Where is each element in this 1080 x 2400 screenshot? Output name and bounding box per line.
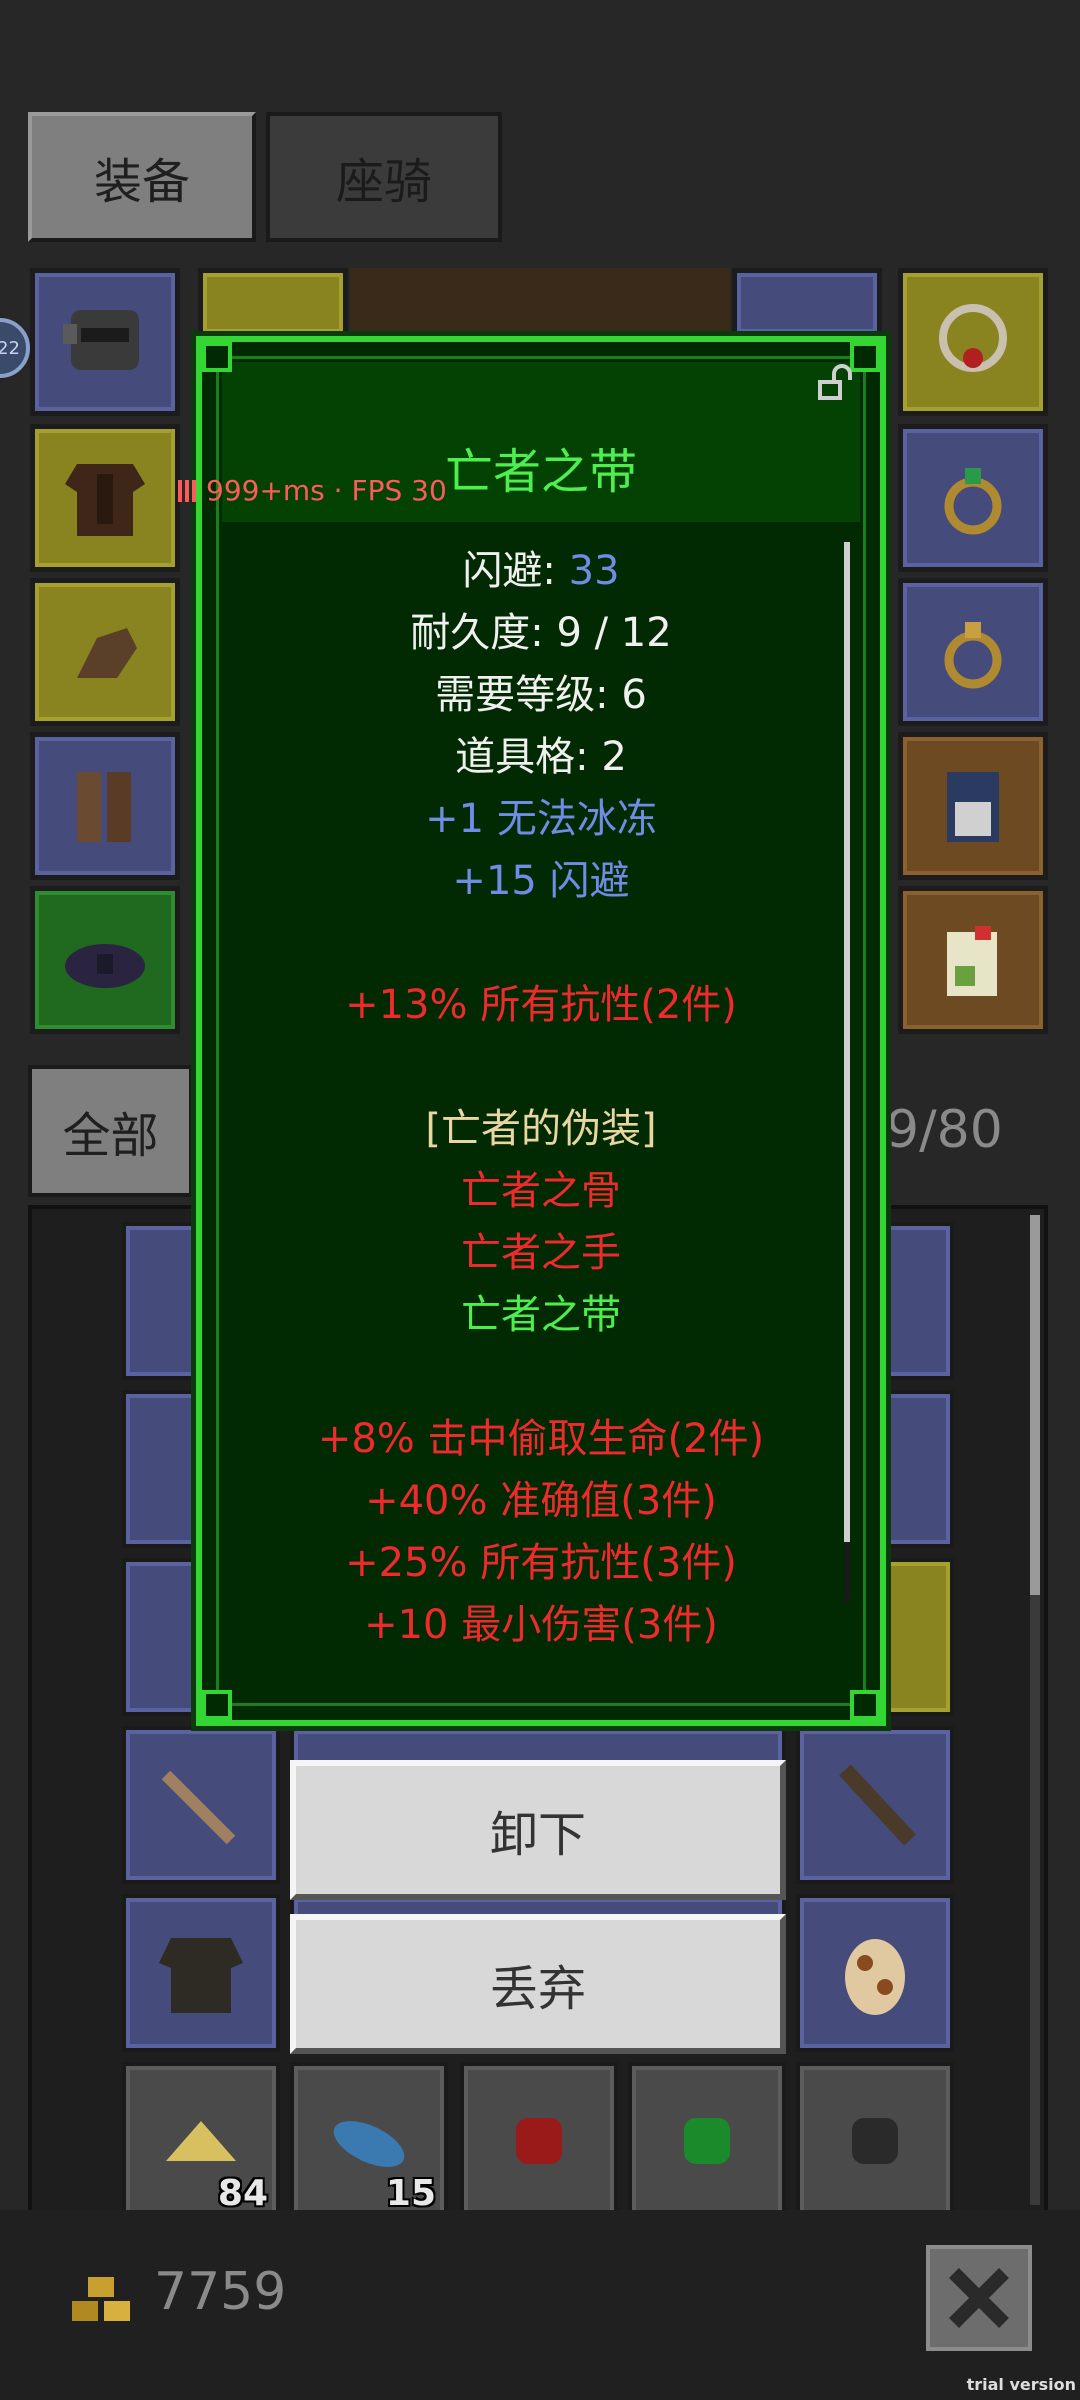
ring-icon <box>944 622 1002 689</box>
bonus-line: +15 闪避 <box>452 858 630 904</box>
ruby-icon <box>516 2118 562 2164</box>
tab-mount[interactable]: 座骑 <box>266 112 502 242</box>
unequip-button[interactable]: 卸下 <box>290 1760 786 1900</box>
belt-slot[interactable] <box>30 886 180 1034</box>
tab-equipment[interactable]: 装备 <box>28 112 256 242</box>
ring-slot-2[interactable] <box>898 578 1048 726</box>
stat-item-slots: 道具格: 2 <box>455 734 627 780</box>
stat-durability: 耐久度: 9 / 12 <box>410 610 672 656</box>
egg-icon <box>845 1939 905 2015</box>
club-icon <box>839 1764 916 1846</box>
stat-required-level: 需要等级: 6 <box>435 672 647 718</box>
inventory-slot[interactable] <box>796 1894 954 2052</box>
emerald-icon <box>684 2118 730 2164</box>
inventory-capacity: 9/80 <box>886 1100 1003 1160</box>
item-count: 15 <box>385 2173 436 2214</box>
jacket-icon <box>159 1938 243 2013</box>
amulet-icon <box>939 304 1007 372</box>
inventory-slot[interactable] <box>796 1726 954 1884</box>
pet-slot[interactable] <box>898 886 1048 1034</box>
cheese-icon <box>166 2121 236 2161</box>
inventory-slot[interactable] <box>122 1726 280 1884</box>
stat-dodge: 闪避: 33 <box>202 540 880 602</box>
corner-decoration <box>850 1690 880 1720</box>
gloves-slot[interactable] <box>30 578 180 726</box>
set-item-missing: 亡者之骨 <box>461 1168 621 1214</box>
filter-all-tab[interactable]: 全部 <box>28 1065 193 1197</box>
close-button[interactable] <box>926 2245 1032 2351</box>
gloves-icon <box>77 628 137 678</box>
stat-dodge-value: 33 <box>568 548 620 594</box>
signal-bars-icon <box>178 480 200 502</box>
gold-amount: 7759 <box>154 2262 287 2322</box>
feather-icon <box>333 2121 405 2167</box>
corner-decoration <box>202 342 232 372</box>
set-bonus-line: +25% 所有抗性(3件) <box>345 1540 737 1586</box>
armor-slot[interactable] <box>30 424 180 572</box>
boots-slot[interactable] <box>30 732 180 880</box>
chicken-icon <box>947 926 997 996</box>
inventory-slot[interactable] <box>796 2062 954 2220</box>
vest-icon <box>947 772 999 842</box>
ring-icon <box>944 468 1002 535</box>
unlock-icon[interactable] <box>816 362 860 406</box>
discard-label: 丢弃 <box>489 1961 586 2017</box>
filter-all-label: 全部 <box>62 1108 159 1164</box>
inventory-slot[interactable]: 15 <box>290 2062 448 2220</box>
armor-icon <box>65 464 145 536</box>
item-tooltip[interactable]: 亡者之带 闪避: 33 耐久度: 9 / 12 需要等级: 6 道具格: 2 +… <box>196 336 886 1726</box>
set-item-missing: 亡者之手 <box>461 1230 621 1276</box>
offhand-slot[interactable] <box>732 268 882 338</box>
belt-icon <box>65 944 145 988</box>
bonus-line: +1 无法冰冻 <box>425 796 657 842</box>
set-item-equipped: 亡者之带 <box>461 1292 621 1338</box>
tab-mount-label: 座骑 <box>335 154 432 210</box>
inventory-slot[interactable] <box>460 2062 618 2220</box>
set-bonus-line: +13% 所有抗性(2件) <box>345 982 737 1028</box>
corner-decoration <box>202 1690 232 1720</box>
set-bonus-line: +8% 击中偷取生命(2件) <box>317 1416 765 1462</box>
level-badge[interactable]: 22 <box>0 318 30 378</box>
onyx-icon <box>852 2118 898 2164</box>
gold-coins-icon <box>72 2277 130 2321</box>
fps-text: 999+ms · FPS 30 <box>206 474 447 507</box>
tab-equipment-label: 装备 <box>93 154 190 210</box>
set-bonus-line: +40% 准确值(3件) <box>365 1478 717 1524</box>
tooltip-scrollbar-thumb[interactable] <box>844 542 850 1542</box>
fps-indicator: 999+ms · FPS 30 <box>178 474 447 507</box>
character-portrait <box>350 268 730 338</box>
trial-watermark: trial version <box>966 2375 1076 2394</box>
inventory-slot[interactable] <box>628 2062 786 2220</box>
stat-dodge-label: 闪避: <box>462 548 569 594</box>
level-badge-text: 22 <box>0 337 20 359</box>
discard-button[interactable]: 丢弃 <box>290 1914 786 2054</box>
set-name: [亡者的伪装] <box>425 1106 657 1152</box>
inventory-slot[interactable] <box>122 1894 280 2052</box>
helmet-slot[interactable] <box>30 268 180 416</box>
close-icon <box>949 2268 1009 2328</box>
helmet-icon <box>63 310 139 370</box>
staff-icon <box>161 1770 236 1845</box>
weapon-slot[interactable] <box>198 268 348 338</box>
ring-slot-1[interactable] <box>898 424 1048 572</box>
inventory-scrollbar[interactable] <box>1030 1215 1040 2205</box>
item-count: 84 <box>217 2173 268 2214</box>
unequip-label: 卸下 <box>489 1807 586 1863</box>
set-bonus-line: +10 最小伤害(3件) <box>364 1602 718 1648</box>
pet-armor-slot[interactable] <box>898 732 1048 880</box>
boots-icon <box>77 772 131 842</box>
amulet-slot[interactable] <box>898 268 1048 416</box>
inventory-slot[interactable]: 84 <box>122 2062 280 2220</box>
